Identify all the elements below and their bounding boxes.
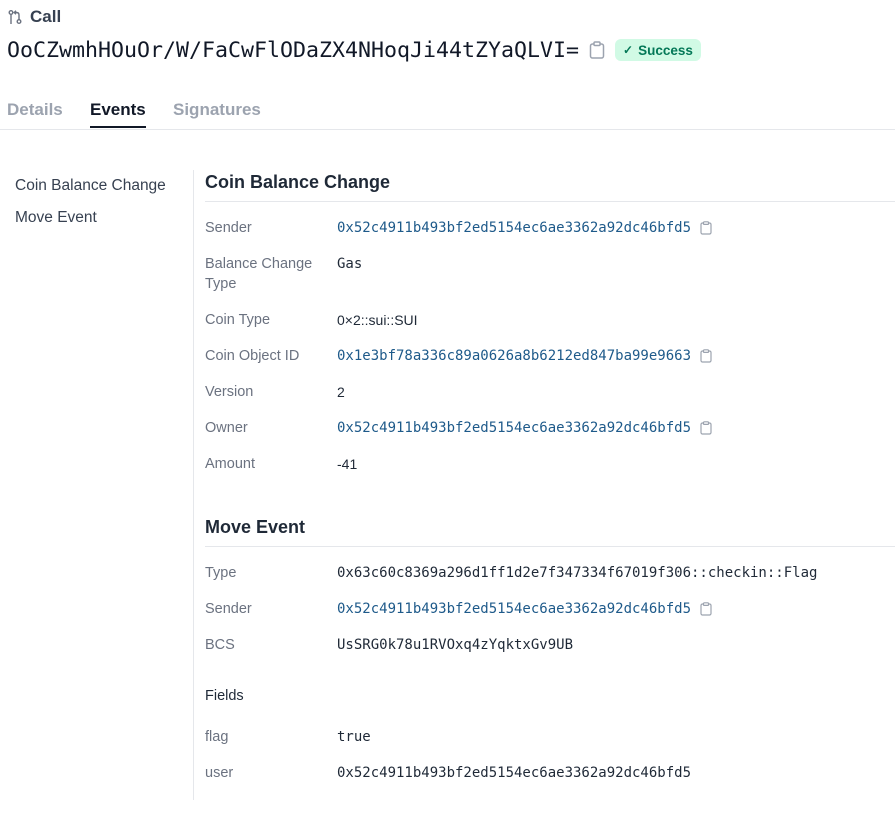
me-field-user-value: 0x52c4911b493bf2ed5154ec6ae3362a92dc46bf… [337,765,692,781]
me-sender-value: 0x52c4911b493bf2ed5154ec6ae3362a92dc46bf… [337,599,712,619]
me-type-label: Type [205,565,237,581]
cbc-owner-link[interactable]: 0x52c4911b493bf2ed5154ec6ae3362a92dc46bf… [337,418,691,438]
cbc-coin-type-value: 0×2::sui::SUI [337,312,418,328]
status-label: Success [638,42,693,58]
me-fields-title: Fields [205,688,244,704]
section-divider [205,546,895,547]
cbc-balance-type-label: Balance Change Type [205,256,313,292]
transaction-digest-row: OoCZwmhHOuOr/W/FaCwFlODaZX4NHoqJi44tZYaQ… [7,34,701,66]
me-type-value: 0x63c60c8369a296d1ff1d2e7f347334f67019f3… [337,565,818,581]
copy-icon[interactable] [700,421,712,435]
side-nav-move-event[interactable]: Move Event [15,209,97,227]
me-field-flag-value: true [337,729,371,745]
cbc-balance-type-value: Gas [337,256,363,272]
me-sender-link[interactable]: 0x52c4911b493bf2ed5154ec6ae3362a92dc46bf… [337,599,691,619]
cbc-coin-type-label: Coin Type [205,312,271,328]
cbc-coin-object-link[interactable]: 0x1e3bf78a336c89a0626a8b6212ed847ba99e96… [337,346,691,366]
me-field-user-label: user [205,765,234,781]
tab-bar: Details Events Signatures [0,96,895,130]
coin-balance-change-title: Coin Balance Change [205,172,391,192]
me-bcs-value: UsSRG0k78u1RVOxq4zYqktxGv9UB [337,637,574,653]
cbc-amount-value: -41 [337,456,358,472]
side-nav-coin-balance-change[interactable]: Coin Balance Change [15,177,166,195]
transaction-digest: OoCZwmhHOuOr/W/FaCwFlODaZX4NHoqJi44tZYaQ… [7,37,580,63]
cbc-amount-label: Amount [205,456,255,472]
section-divider [205,201,895,202]
cbc-owner-label: Owner [205,420,248,436]
tab-events[interactable]: Events [90,100,146,128]
transaction-kind: Call [7,6,61,28]
cbc-coin-object-label: Coin Object ID [205,348,300,364]
cbc-coin-object-value: 0x1e3bf78a336c89a0626a8b6212ed847ba99e96… [337,346,712,366]
me-bcs-label: BCS [205,637,235,653]
me-field-flag-label: flag [205,729,229,745]
copy-icon[interactable] [700,349,712,363]
copy-digest-icon[interactable] [589,41,605,59]
me-sender-label: Sender [205,601,252,617]
cbc-version-label: Version [205,384,254,400]
cbc-sender-value: 0x52c4911b493bf2ed5154ec6ae3362a92dc46bf… [337,218,712,238]
cbc-sender-label: Sender [205,220,252,236]
status-badge: ✓ Success [615,39,701,61]
tab-details[interactable]: Details [7,100,63,128]
cbc-version-value: 2 [337,384,345,400]
check-icon: ✓ [623,43,634,57]
cbc-owner-value: 0x52c4911b493bf2ed5154ec6ae3362a92dc46bf… [337,418,712,438]
tab-signatures[interactable]: Signatures [173,100,261,128]
move-event-title: Move Event [205,517,306,537]
copy-icon[interactable] [700,602,712,616]
events-side-nav: Coin Balance Change Move Event [0,170,194,800]
cbc-sender-link[interactable]: 0x52c4911b493bf2ed5154ec6ae3362a92dc46bf… [337,218,691,238]
transaction-kind-label: Call [30,7,62,26]
copy-icon[interactable] [700,221,712,235]
call-icon [7,9,23,25]
